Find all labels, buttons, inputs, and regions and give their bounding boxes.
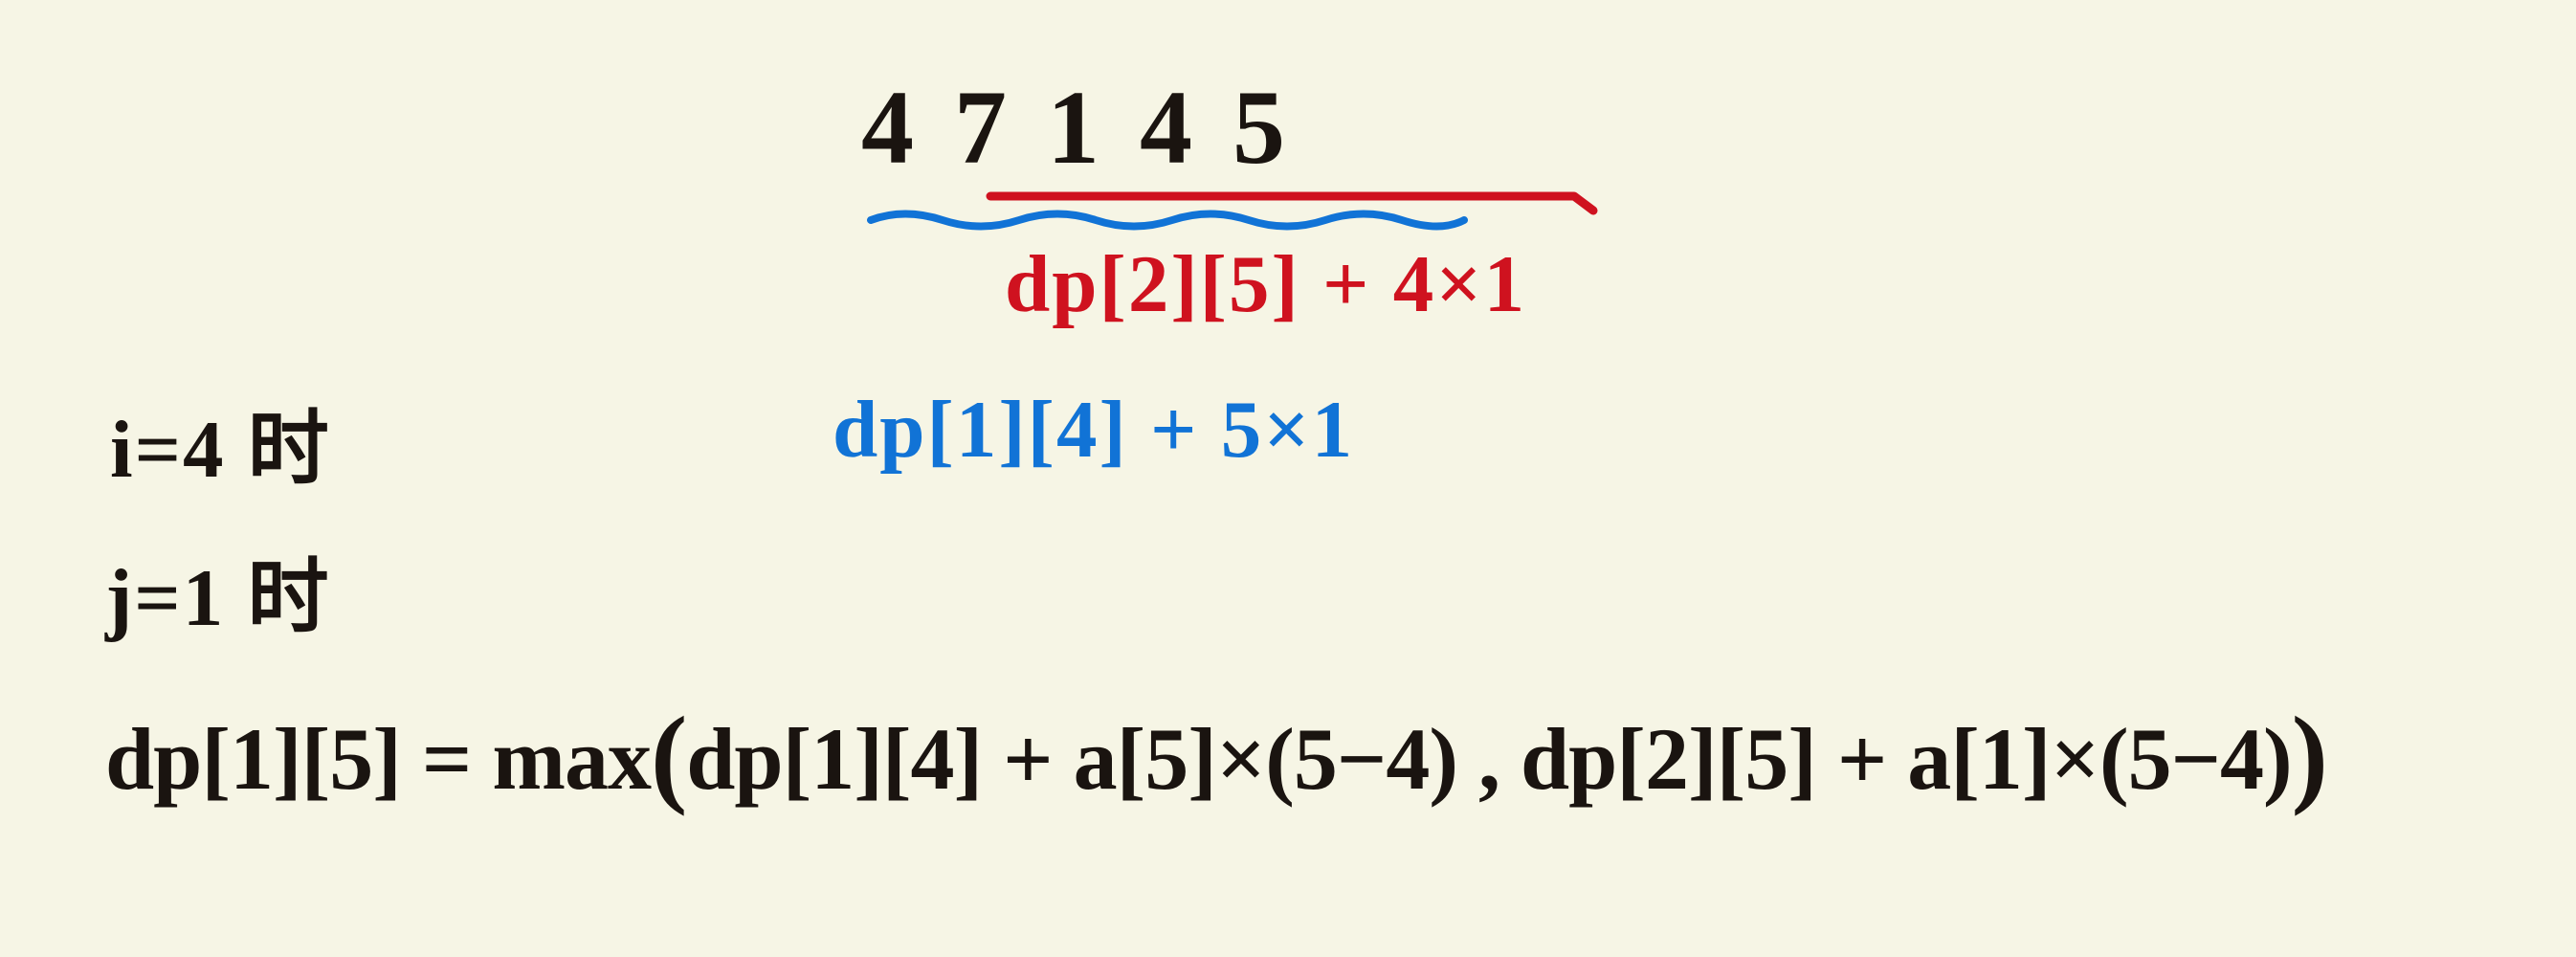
eq-lhs: dp[1][5]: [105, 710, 401, 808]
seq-digit: 4: [1140, 67, 1194, 189]
dp-recurrence-equation: dp[1][5] = max(dp[1][4] + a[5]×(5−4) , d…: [105, 689, 2327, 815]
seq-digit: 5: [1232, 67, 1287, 189]
eq-max: max: [492, 710, 651, 808]
eq-close-paren: ): [2292, 695, 2327, 816]
blue-dp-annotation: dp[1][4] + 5×1: [833, 383, 1354, 477]
seq-digit: 1: [1047, 67, 1101, 189]
eq-comma: ,: [1457, 710, 1521, 808]
eq-arg1: dp[1][4] + a[5]×(5−4): [686, 710, 1457, 808]
number-sequence: 4 7 1 4 5: [861, 67, 1287, 189]
eq-open-paren: (: [651, 695, 686, 816]
blue-wavy-underline-icon: [866, 206, 1469, 234]
eq-arg2: dp[2][5] + a[1]×(5−4): [1521, 710, 2292, 808]
i-condition: i=4 时: [110, 383, 331, 501]
red-dp-annotation: dp[2][5] + 4×1: [1005, 237, 1526, 331]
j-condition: j=1 时: [105, 531, 331, 649]
seq-digit: 7: [954, 67, 1009, 189]
seq-digit: 4: [861, 67, 916, 189]
eq-equals: =: [401, 710, 492, 808]
